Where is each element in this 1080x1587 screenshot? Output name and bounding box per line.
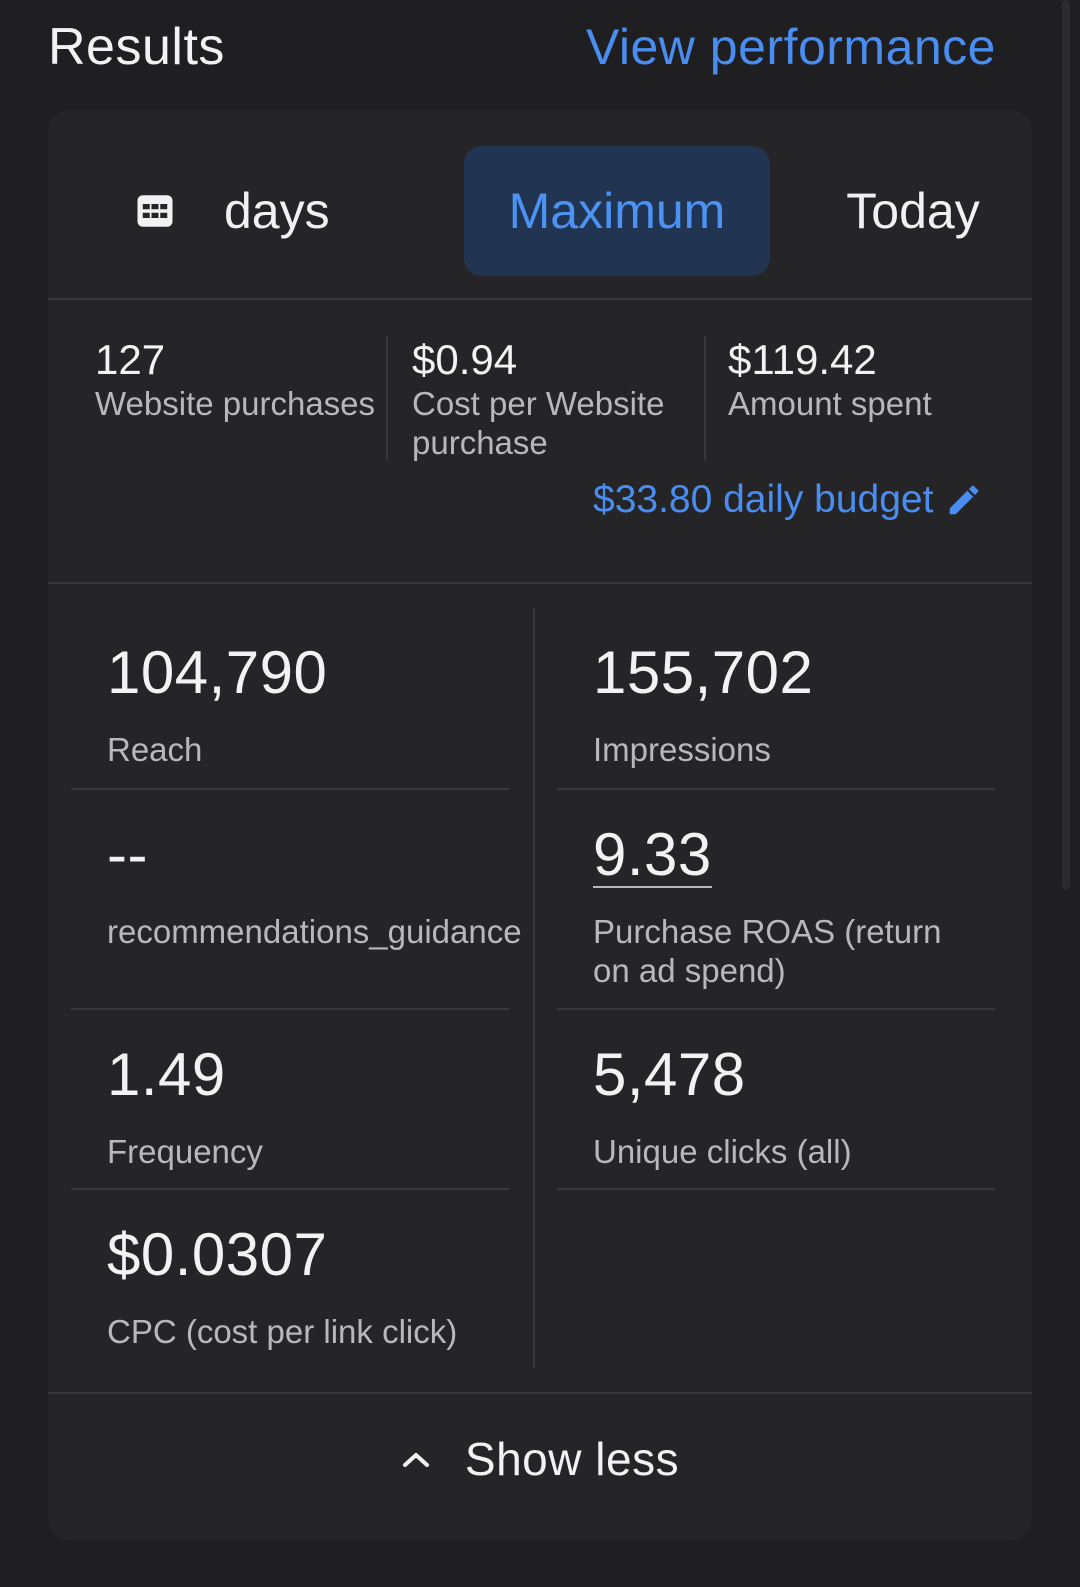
pencil-icon (950, 485, 979, 515)
results-page: Results View performance days Maximum To… (0, 0, 1080, 1587)
summary-cost-per-purchase: $0.94 Cost per Website purchase (412, 336, 702, 462)
page-title: Results (48, 18, 225, 76)
metric-frequency: 1.49 Frequency (107, 1040, 545, 1171)
metric-label: CPC (cost per link click) (107, 1313, 458, 1350)
metric-value: 104,790 (107, 639, 328, 706)
metric-value: 9.33 (593, 821, 712, 888)
daily-budget-text: $33.80 daily budget (593, 478, 934, 521)
results-card: days Maximum Today 127 Website purchases… (48, 110, 1032, 1540)
divider (557, 1008, 995, 1010)
daily-budget-link[interactable]: $33.80 daily budget (593, 478, 983, 522)
metric-reach: 104,790 Reach (107, 638, 545, 769)
metric-value: 155,702 (593, 639, 814, 706)
metrics-grid: 104,790 Reach 155,702 Impressions -- rec… (48, 584, 1032, 1394)
summary-value: $0.94 (412, 336, 518, 383)
metric-value: 1.49 (107, 1041, 226, 1108)
summary-value: $119.42 (728, 336, 877, 383)
results-header: Results View performance (48, 12, 996, 82)
summary-value: 127 (95, 336, 166, 383)
metric-label: Impressions (593, 731, 771, 768)
divider (704, 336, 706, 460)
tab-maximum[interactable]: Maximum (464, 146, 770, 276)
summary-label: Website purchases (95, 385, 376, 422)
divider (386, 336, 388, 460)
tab-today[interactable]: Today (838, 146, 988, 276)
divider (71, 1008, 509, 1010)
scrollbar[interactable] (1062, 0, 1070, 890)
summary-website-purchases: 127 Website purchases (95, 336, 385, 423)
divider (557, 1188, 995, 1190)
view-performance-link[interactable]: View performance (586, 18, 996, 76)
show-less-label: Show less (464, 1433, 680, 1485)
summary-label: Amount spent (728, 385, 932, 422)
divider (71, 788, 509, 790)
metric-cpc: $0.0307 CPC (cost per link click) (107, 1220, 545, 1351)
metric-label: Frequency (107, 1133, 263, 1170)
chevron-up-icon (402, 1453, 429, 1467)
summary-section: 127 Website purchases $0.94 Cost per Web… (48, 300, 1032, 584)
metric-label: recommendations_guidance (107, 913, 522, 950)
metric-unique-clicks: 5,478 Unique clicks (all) (593, 1040, 1031, 1171)
summary-amount-spent: $119.42 Amount spent (728, 336, 1018, 423)
tab-days[interactable]: days (134, 146, 394, 276)
metric-label: Reach (107, 731, 203, 768)
metric-purchase-roas[interactable]: 9.33 Purchase ROAS (return on ad spend) (593, 820, 1031, 990)
metric-value: -- (107, 821, 148, 888)
metric-impressions: 155,702 Impressions (593, 638, 1031, 769)
show-less-button[interactable]: Show less (48, 1394, 1032, 1524)
tab-days-label: days (224, 183, 330, 239)
date-range-tabs: days Maximum Today (48, 110, 1032, 300)
metric-recommendations: -- recommendations_guidance (107, 820, 545, 951)
metric-value: $0.0307 (107, 1221, 328, 1288)
divider (71, 1188, 509, 1190)
metric-label: Unique clicks (all) (593, 1133, 852, 1170)
metric-value: 5,478 (593, 1041, 746, 1108)
summary-label: Cost per Website purchase (412, 385, 665, 461)
divider (557, 788, 995, 790)
metric-label: Purchase ROAS (return on ad spend) (593, 913, 942, 989)
calendar-icon (137, 195, 173, 227)
